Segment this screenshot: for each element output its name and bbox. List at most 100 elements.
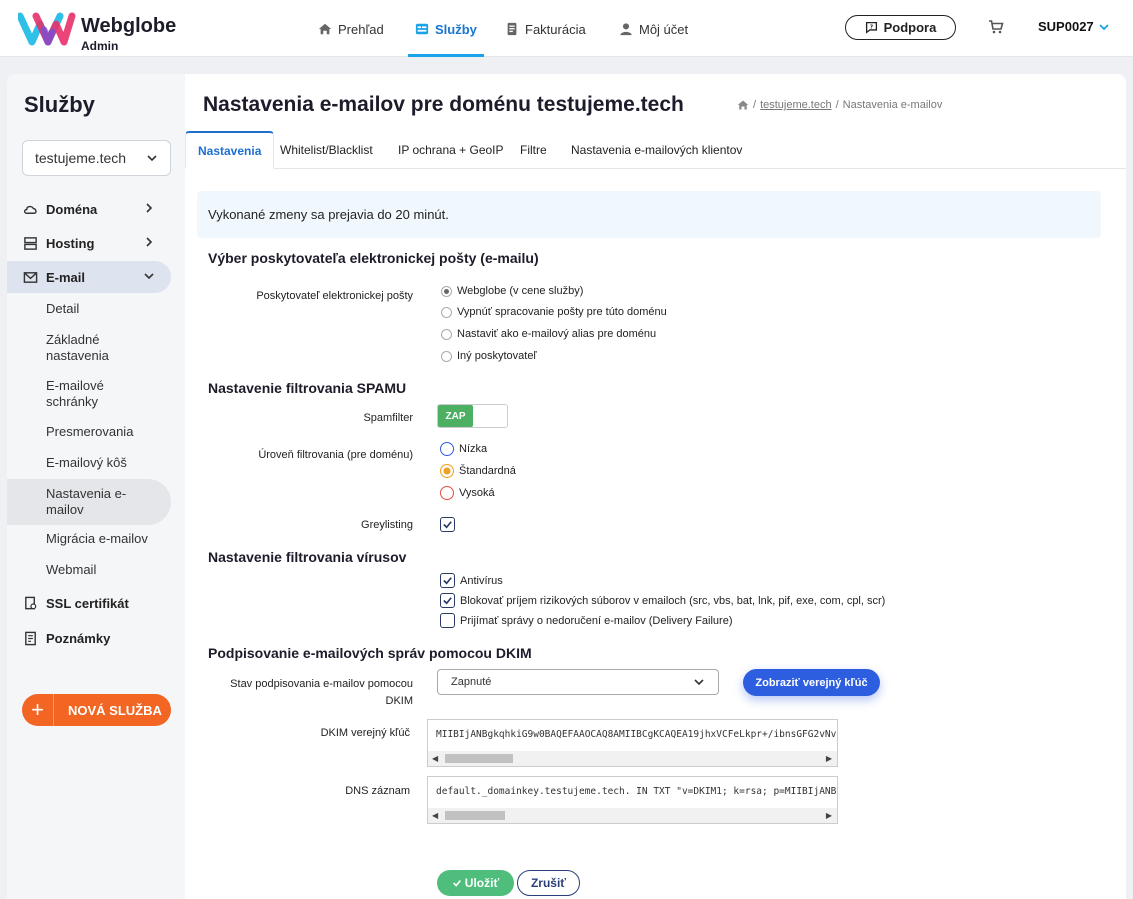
sidebar-sub-basic-settings[interactable]: Základné nastavenia (7, 332, 117, 364)
greylisting-checkbox[interactable] (440, 517, 455, 532)
radio-button[interactable] (440, 486, 454, 500)
home-icon[interactable] (737, 99, 749, 111)
radio-button[interactable] (441, 350, 452, 362)
sidebar-sub-email-settings[interactable]: Nastavenia e-mailov (7, 479, 171, 525)
sidebar-item-email[interactable]: E-mail (7, 261, 171, 293)
scroll-left-icon[interactable]: ◀ (432, 811, 438, 820)
horizontal-scrollbar[interactable]: ◀ ▶ (428, 751, 837, 766)
domain-select[interactable]: testujeme.tech (22, 140, 171, 176)
chevron-down-icon (694, 679, 704, 686)
dkim-pubkey-textbox[interactable]: MIIBIjANBgkqhkiG9w0BAQEFAAOCAQ8AMIIBCgKC… (427, 719, 838, 767)
radio-button[interactable] (440, 442, 454, 456)
nav-billing[interactable]: Fakturácia (505, 19, 586, 39)
dkim-pubkey-value: MIIBIjANBgkqhkiG9w0BAQEFAAOCAQ8AMIIBCgKC… (436, 729, 838, 740)
save-label: Uložiť (464, 876, 500, 890)
support-chat-icon: ? (865, 21, 877, 34)
radio-button[interactable] (441, 306, 452, 318)
tab-bar: Nastavenia Whitelist/Blacklist IP ochran… (185, 131, 1126, 169)
spam-level-high[interactable]: Vysoká (440, 486, 495, 500)
provider-option-other[interactable]: Iný poskytovateľ (441, 350, 537, 362)
sidebar-item-notes[interactable]: Poznámky (7, 622, 171, 654)
spamfilter-toggle[interactable]: ZAP (437, 404, 508, 428)
new-service-button[interactable]: + NOVÁ SLUŽBA (22, 694, 171, 726)
virus-option-block-risky[interactable]: Blokovať príjem rizikových súborov v ema… (440, 593, 885, 608)
certificate-icon (25, 596, 37, 609)
dkim-status-select[interactable]: Zapnuté (437, 669, 719, 695)
sidebar-sub-forwarding[interactable]: Presmerovania (7, 424, 171, 440)
sidebar-sub-detail[interactable]: Detail (7, 301, 171, 317)
cancel-button[interactable]: Zrušiť (517, 870, 580, 896)
radio-button[interactable] (440, 464, 454, 478)
sidebar-sub-mailboxes[interactable]: E-mailové schránky (7, 378, 117, 410)
spamfilter-label: Spamfilter (363, 412, 413, 424)
tab-whitelist-blacklist[interactable]: Whitelist/Blacklist (280, 131, 373, 169)
nav-services[interactable]: Služby (415, 19, 477, 39)
user-menu[interactable]: SUP0027 (1038, 19, 1110, 34)
tab-settings[interactable]: Nastavenia (185, 131, 275, 169)
option-label: Nízka (459, 443, 488, 455)
envelope-icon (23, 271, 38, 283)
checkbox[interactable] (440, 573, 455, 588)
provider-option-webglobe[interactable]: Webglobe (v cene služby) (441, 285, 583, 297)
scroll-right-icon[interactable]: ▶ (826, 811, 832, 820)
dns-record-textbox[interactable]: default._domainkey.testujeme.tech. IN TX… (427, 776, 838, 824)
svg-text:?: ? (869, 25, 872, 31)
sidebar-item-domain[interactable]: Doména (7, 193, 171, 225)
option-label: Vysoká (459, 487, 495, 499)
sidebar-title: Služby (24, 92, 95, 117)
services-icon (415, 23, 429, 35)
provider-option-alias[interactable]: Nastaviť ako e-mailový alias pre doménu (441, 328, 656, 340)
scrollbar-thumb[interactable] (445, 754, 513, 763)
support-button[interactable]: ? Podpora (845, 15, 956, 40)
chevron-down-icon (144, 273, 154, 280)
nav-account[interactable]: Môj účet (619, 19, 688, 39)
section-provider-title: Výber poskytovateľa elektronickej pošty … (208, 250, 539, 266)
scroll-right-icon[interactable]: ▶ (826, 754, 832, 763)
nav-overview[interactable]: Prehľad (318, 19, 384, 39)
tab-ip-protection[interactable]: IP ochrana + GeoIP (398, 131, 504, 169)
save-button[interactable]: Uložiť (437, 870, 514, 896)
domain-select-value: testujeme.tech (35, 150, 127, 166)
option-label: Nastaviť ako e-mailový alias pre doménu (457, 328, 657, 340)
virus-option-delivery-failure[interactable]: Prijímať správy o nedoručení e-mailov (D… (440, 613, 733, 628)
check-icon (443, 577, 452, 585)
sidebar-sub-migration[interactable]: Migrácia e-mailov (7, 531, 171, 547)
sidebar-item-ssl[interactable]: SSL certifikát (7, 587, 171, 619)
radio-button[interactable] (441, 328, 452, 340)
invoice-icon (507, 22, 517, 36)
cart-icon[interactable] (988, 19, 1004, 35)
spam-level-standard[interactable]: Štandardná (440, 464, 516, 478)
check-icon (443, 521, 452, 529)
dns-record-label: DNS záznam (345, 785, 410, 797)
sidebar-sub-trash[interactable]: E-mailový kôš (7, 455, 171, 471)
home-icon (318, 23, 332, 35)
chevron-right-icon (146, 203, 153, 213)
section-virus-title: Nastavenie filtrovania vírusov (208, 549, 407, 565)
scroll-left-icon[interactable]: ◀ (432, 754, 438, 763)
breadcrumb-current: Nastavenia e-mailov (842, 99, 943, 111)
nav-overview-label: Prehľad (338, 21, 384, 37)
scrollbar-thumb[interactable] (445, 811, 505, 820)
tab-email-clients[interactable]: Nastavenia e-mailových klientov (571, 131, 742, 169)
checkbox[interactable] (440, 613, 455, 628)
info-banner: Vykonané zmeny sa prejavia do 20 minút. (197, 191, 1101, 238)
sidebar-item-label: Doména (46, 201, 98, 217)
sidebar-item-hosting[interactable]: Hosting (7, 227, 171, 259)
brand-name: Webglobe (81, 15, 177, 37)
nav-services-label: Služby (435, 21, 477, 37)
greylisting-checkbox-wrap[interactable] (440, 517, 455, 532)
virus-option-antivirus[interactable]: Antivírus (440, 573, 503, 588)
new-service-label: NOVÁ SLUŽBA (68, 702, 162, 718)
breadcrumb-separator: / (753, 99, 757, 111)
checkbox[interactable] (440, 593, 455, 608)
provider-option-disable[interactable]: Vypnúť spracovanie pošty pre túto doménu (441, 306, 667, 318)
show-public-key-button[interactable]: Zobraziť verejný kľúč (743, 669, 880, 696)
tab-filters[interactable]: Filtre (520, 131, 547, 169)
radio-button[interactable] (441, 285, 452, 297)
breadcrumb-link-domain[interactable]: testujeme.tech (760, 99, 832, 111)
horizontal-scrollbar[interactable]: ◀ ▶ (428, 808, 837, 823)
spam-level-low[interactable]: Nízka (440, 442, 487, 456)
dkim-status-label: Stav podpisovania e-mailov pomocou DKIM (230, 678, 413, 707)
webglobe-logo-icon[interactable] (18, 10, 76, 46)
sidebar-sub-webmail[interactable]: Webmail (7, 562, 171, 578)
